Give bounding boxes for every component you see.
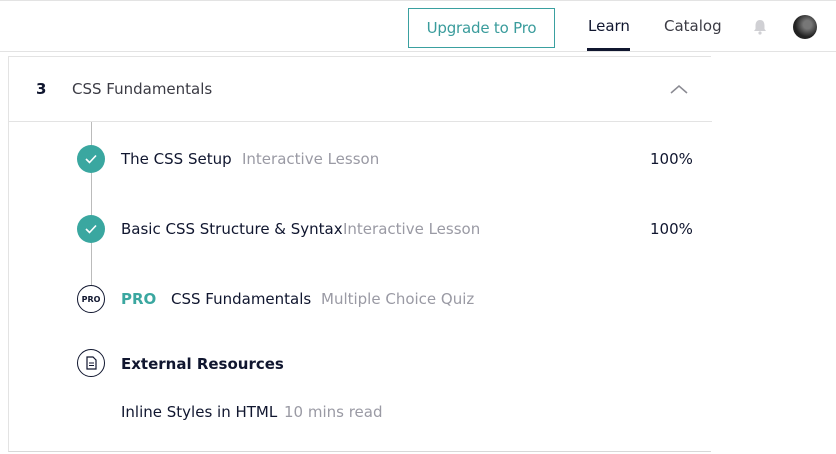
chevron-up-icon[interactable] — [669, 83, 689, 95]
active-nav-indicator — [587, 48, 630, 51]
quiz-type: Multiple Choice Quiz — [321, 290, 475, 308]
lesson-item[interactable]: Basic CSS Structure & Syntax Interactive… — [9, 209, 712, 249]
resource-read-time: 10 mins read — [284, 403, 383, 421]
lesson-item[interactable]: The CSS Setup Interactive Lesson 100% — [9, 139, 712, 179]
course-section-card: 3 CSS Fundamentals The CSS Setup Interac… — [8, 56, 712, 452]
lesson-title[interactable]: Basic CSS Structure & Syntax — [121, 220, 343, 238]
upgrade-to-pro-button[interactable]: Upgrade to Pro — [408, 8, 555, 48]
check-icon — [77, 215, 105, 243]
quiz-title[interactable]: CSS Fundamentals — [171, 290, 311, 308]
nav-catalog-link[interactable]: Catalog — [664, 17, 722, 35]
user-avatar[interactable] — [793, 15, 817, 39]
pro-label: PRO — [121, 290, 157, 308]
section-header[interactable]: 3 CSS Fundamentals — [9, 57, 712, 122]
nav-learn-link[interactable]: Learn — [588, 17, 630, 35]
bell-icon[interactable] — [751, 18, 769, 36]
lesson-type: Interactive Lesson — [242, 150, 380, 168]
lesson-type: Interactive Lesson — [343, 220, 481, 238]
check-icon — [77, 145, 105, 173]
external-resources-heading: External Resources — [121, 355, 284, 373]
top-nav-bar: Upgrade to Pro Learn Catalog — [0, 0, 836, 52]
resource-link[interactable]: Inline Styles in HTML — [121, 403, 277, 421]
quiz-item[interactable]: PRO PRO CSS Fundamentals Multiple Choice… — [9, 279, 712, 319]
lesson-progress: 100% — [650, 220, 693, 238]
lesson-progress: 100% — [650, 150, 693, 168]
section-number: 3 — [36, 80, 47, 98]
lesson-title[interactable]: The CSS Setup — [121, 150, 232, 168]
pro-badge-icon: PRO — [77, 285, 105, 313]
section-title: CSS Fundamentals — [72, 80, 213, 98]
document-icon — [77, 349, 105, 377]
